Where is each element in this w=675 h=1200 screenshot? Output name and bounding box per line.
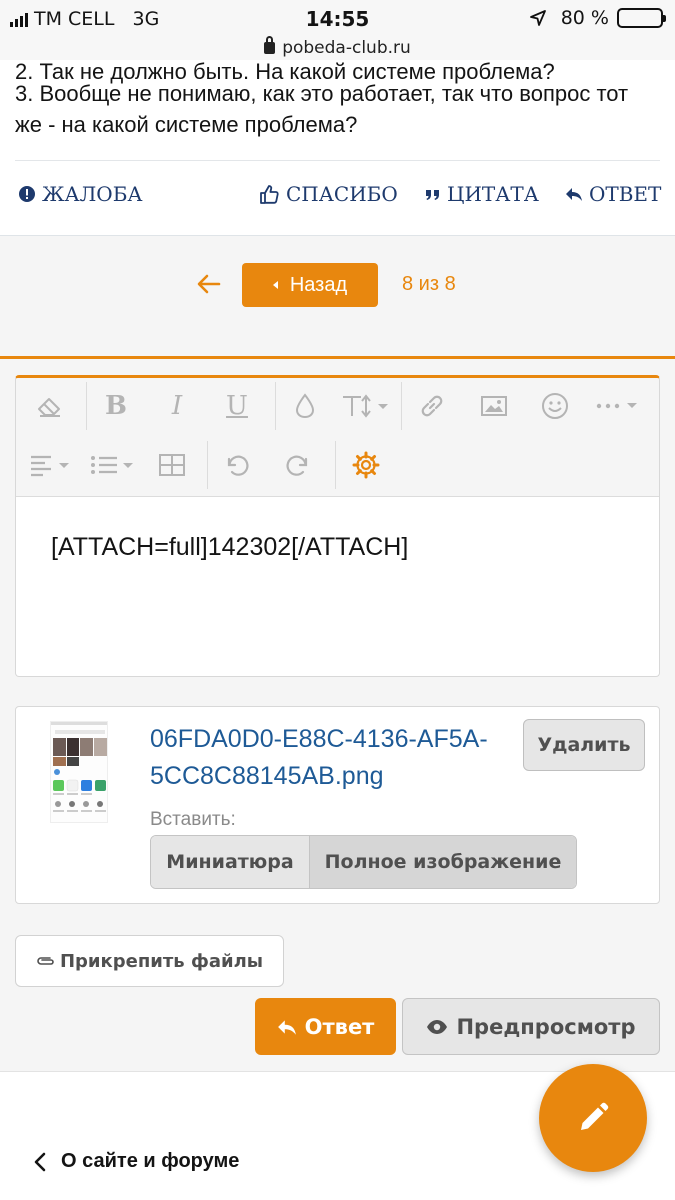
thanks-label: СПАСИБО [286, 182, 398, 206]
attachment-file-name[interactable]: 06FDA0D0-E88C-4136-AF5A-5CC8C88145AB.png [150, 721, 490, 795]
underline-icon[interactable]: U [217, 386, 257, 426]
reply-label: ОТВЕТ [589, 182, 662, 206]
chevron-left-icon [34, 1152, 46, 1171]
toolbar-separator [401, 382, 402, 430]
toolbar-separator [207, 441, 208, 489]
reply-icon [566, 188, 582, 201]
insert-full-image-button[interactable]: Полное изображение [310, 836, 576, 888]
table-icon[interactable] [152, 445, 192, 485]
page-counter: 8 из 8 [402, 273, 456, 295]
forum-post: 2. Так не должно быть. На какой системе … [0, 59, 675, 236]
reply-icon [277, 1019, 296, 1035]
preview-label: Предпросмотр [456, 1014, 636, 1039]
post-actions: ЖАЛОБА СПАСИБО ЦИТАТА ОТВЕТ [0, 182, 675, 212]
lock-icon [264, 36, 276, 54]
post-divider [15, 160, 660, 161]
battery-info: 80 % [529, 7, 666, 29]
editor-content[interactable]: [ATTACH=full]142302[/ATTACH] [51, 533, 408, 562]
location-arrow-icon [529, 10, 546, 26]
gear-icon[interactable] [346, 445, 386, 485]
alert-icon [19, 186, 35, 202]
editor-toolbar: B I U [16, 378, 659, 497]
reply-submit-label: Ответ [304, 1014, 375, 1039]
reply-submit-button[interactable]: Ответ [255, 998, 396, 1055]
toolbar-separator [275, 382, 276, 430]
url-text: pobeda-club.ru [282, 38, 411, 58]
insert-thumbnail-button[interactable]: Миниатюра [151, 836, 310, 888]
quote-icon [426, 190, 439, 200]
image-icon[interactable] [474, 386, 514, 426]
thanks-button[interactable]: СПАСИБО [258, 182, 398, 206]
italic-icon[interactable]: I [157, 386, 197, 426]
post-cut-line: 2. Так не должно быть. На какой системе … [15, 59, 555, 84]
insert-options: Миниатюра Полное изображение [150, 835, 577, 889]
back-button[interactable]: Назад [242, 263, 378, 307]
rich-text-editor[interactable]: B I U [ATTACH=full]142302[/ATTACH] [15, 375, 660, 677]
link-icon[interactable] [412, 386, 452, 426]
quote-button[interactable]: ЦИТАТА [425, 182, 539, 206]
thumbs-up-icon [260, 185, 279, 204]
list-icon[interactable] [88, 445, 144, 485]
reply-link-button[interactable]: ОТВЕТ [565, 182, 661, 206]
eraser-icon[interactable] [30, 386, 70, 426]
redo-icon[interactable] [278, 445, 318, 485]
report-label: ЖАЛОБА [42, 182, 143, 206]
paperclip-icon [37, 957, 54, 965]
eye-icon [427, 1019, 448, 1034]
toolbar-separator [86, 382, 87, 430]
undo-icon[interactable] [217, 445, 257, 485]
about-forum-label: О сайте и форуме [61, 1150, 240, 1172]
arrow-left-icon[interactable] [196, 271, 222, 297]
pagination: Назад 8 из 8 [0, 263, 675, 307]
attach-files-label: Прикрепить файлы [59, 950, 264, 972]
attachment-thumbnail[interactable] [50, 721, 108, 823]
preview-button[interactable]: Предпросмотр [402, 998, 660, 1055]
status-bar: TM CELL 3G 14:55 80 % [0, 0, 675, 38]
battery-percent: 80 % [560, 7, 609, 29]
post-paragraph: 3. Вообще не понимаю, как это работает, … [15, 81, 629, 137]
report-button[interactable]: ЖАЛОБА [18, 182, 143, 206]
toolbar-separator [335, 441, 336, 489]
font-size-icon[interactable] [338, 386, 398, 426]
attachment-item: 06FDA0D0-E88C-4136-AF5A-5CC8C88145AB.png… [15, 706, 660, 904]
align-icon[interactable] [28, 445, 78, 485]
caret-left-icon [272, 281, 278, 289]
delete-button[interactable]: Удалить [523, 719, 645, 771]
about-forum-link[interactable]: О сайте и форуме [33, 1150, 239, 1173]
drop-icon[interactable] [285, 386, 325, 426]
post-body: 2. Так не должно быть. На какой системе … [15, 59, 655, 140]
more-icon[interactable] [594, 386, 650, 426]
insert-label: Вставить: [150, 809, 236, 830]
smile-icon[interactable] [535, 386, 575, 426]
back-label: Назад [289, 273, 348, 296]
compose-fab[interactable] [539, 1064, 647, 1172]
bold-icon[interactable]: B [96, 386, 136, 426]
quote-label: ЦИТАТА [447, 182, 539, 206]
pencil-icon [581, 1102, 609, 1130]
attach-files-button[interactable]: Прикрепить файлы [15, 935, 284, 987]
battery-icon [617, 8, 666, 28]
